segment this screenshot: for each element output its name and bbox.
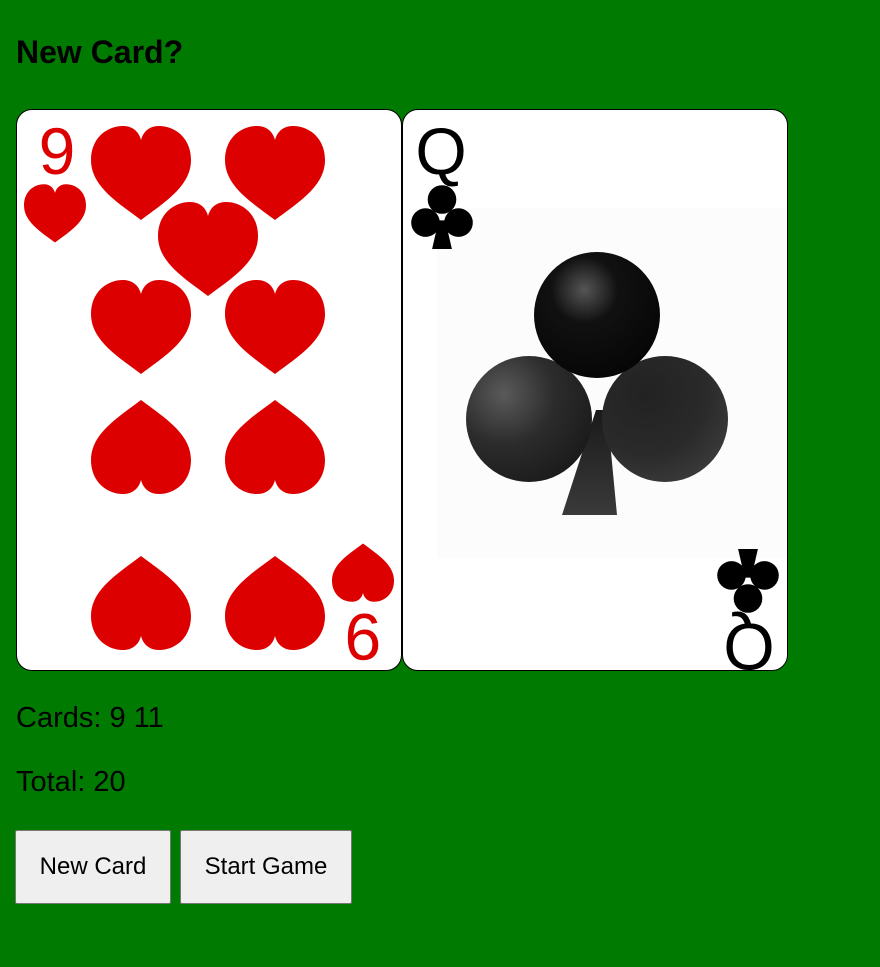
start-game-button[interactable]: Start Game [180,830,352,904]
rank-top: 9 [39,114,76,188]
corner-club-icon [717,549,779,613]
corner-heart-icon [24,184,86,243]
total-score: Total: 20 [16,766,126,798]
card-queen-of-clubs: Q Q [402,109,788,671]
page-title: New Card? [16,34,184,70]
card-nine-of-hearts: 9 9 [16,109,402,671]
pip-hearts [91,126,325,650]
rank-bottom: 9 [345,600,382,670]
nine-of-hearts-face: 9 9 [24,114,394,670]
rank-top: Q [415,114,466,188]
cards-list: Cards: 9 11 [16,702,164,734]
rank-bottom: Q [723,610,774,670]
corner-heart-icon [332,543,394,602]
queen-of-clubs-face: Q Q [411,114,787,670]
new-card-button[interactable]: New Card [15,830,171,904]
